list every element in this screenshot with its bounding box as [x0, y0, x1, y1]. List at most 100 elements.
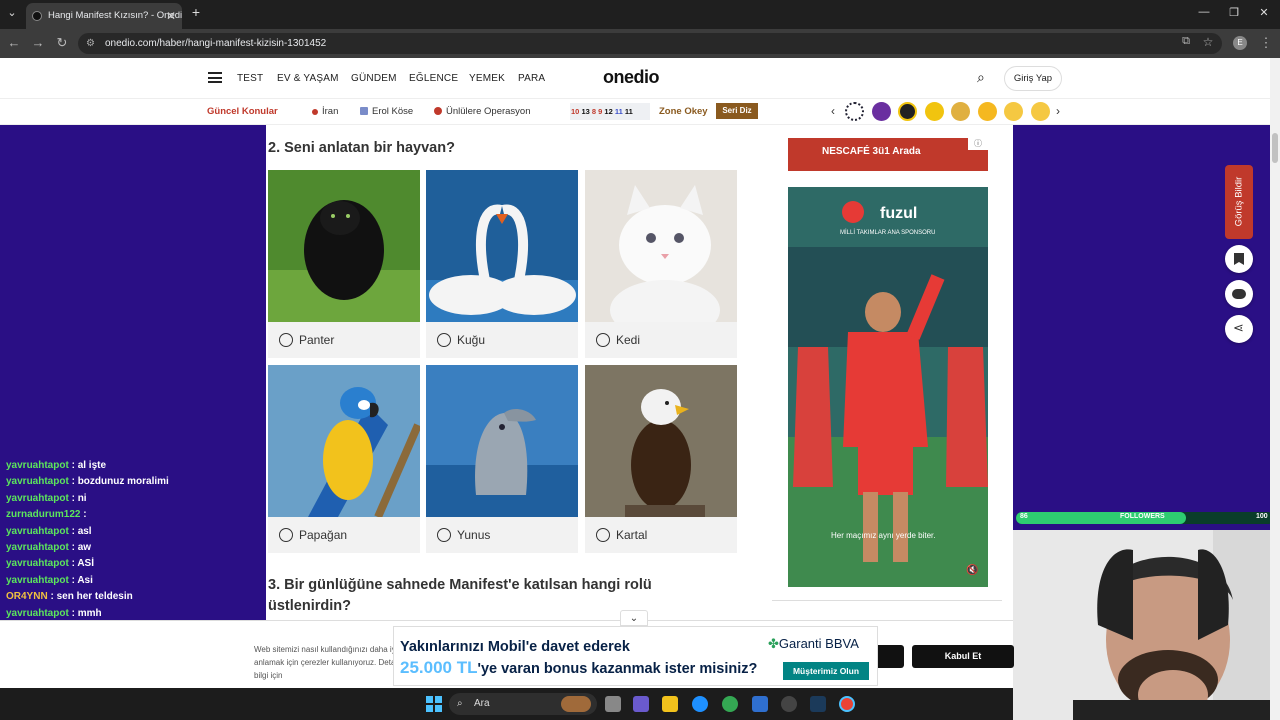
- maximize-icon[interactable]: ❐: [1224, 6, 1244, 19]
- option-label: Kartal: [616, 528, 648, 542]
- nav-yemek[interactable]: YEMEK: [469, 73, 505, 84]
- menu-dots-icon[interactable]: ⋮: [1258, 35, 1274, 51]
- reaction-icon[interactable]: [845, 102, 864, 121]
- forward-icon[interactable]: →: [30, 35, 46, 50]
- close-tab-icon[interactable]: ✕: [166, 3, 176, 29]
- chat-username[interactable]: yavruahtapot: [6, 542, 69, 553]
- steam-icon[interactable]: [810, 696, 826, 712]
- dolphin-image: [426, 365, 578, 517]
- chat-username[interactable]: yavruahtapot: [6, 526, 69, 537]
- topic-erol-kose[interactable]: Erol Köse: [360, 106, 413, 117]
- install-app-icon[interactable]: ⧉: [1178, 35, 1194, 48]
- seri-diz-button[interactable]: Seri Diz: [716, 103, 758, 119]
- chat-separator: :: [68, 541, 78, 553]
- windows-start-icon[interactable]: [426, 696, 442, 712]
- divider: [772, 600, 1002, 601]
- mute-icon[interactable]: 🔇: [966, 565, 978, 576]
- chat-message: yavruahtapot : ni: [0, 491, 266, 507]
- reaction-icon[interactable]: [872, 102, 891, 121]
- chat-username[interactable]: yavruahtapot: [6, 575, 69, 586]
- chat-username[interactable]: zurnadurum122: [6, 509, 80, 520]
- cat-image: [585, 170, 737, 322]
- chat-message: OR4YNN : sen her teldesin: [0, 589, 266, 605]
- option-card-yunus[interactable]: Yunus: [426, 365, 578, 553]
- minimize-icon[interactable]: —: [1194, 6, 1214, 18]
- obs-icon[interactable]: [781, 696, 797, 712]
- option-card-panter[interactable]: Panter: [268, 170, 420, 358]
- reload-icon[interactable]: ↻: [54, 35, 70, 51]
- comments-icon[interactable]: [1225, 280, 1253, 308]
- chat-username[interactable]: yavruahtapot: [6, 558, 69, 569]
- nav-eglence[interactable]: EĞLENCE: [409, 73, 458, 84]
- trending-label: Güncel Konular: [207, 106, 278, 117]
- option-card-kugu[interactable]: Kuğu: [426, 170, 578, 358]
- reaction-icon[interactable]: [925, 102, 944, 121]
- option-card-kedi[interactable]: Kedi: [585, 170, 737, 358]
- chevron-right-icon[interactable]: ›: [1056, 104, 1060, 118]
- chrome-icon[interactable]: [722, 696, 738, 712]
- topic-icon: [312, 109, 318, 115]
- clover-icon: ✤: [768, 636, 779, 651]
- fuzul-ad[interactable]: fuzul MİLLİ TAKIMLAR ANA SPONSORU Her ma…: [788, 187, 988, 587]
- chat-username[interactable]: yavruahtapot: [6, 493, 69, 504]
- zone-okey-label[interactable]: Zone Okey: [659, 106, 708, 117]
- heart-eyes-icon[interactable]: [978, 102, 997, 121]
- store-icon[interactable]: [752, 696, 768, 712]
- search-icon: ⌕: [457, 698, 463, 709]
- search-icon[interactable]: ⌕: [977, 69, 985, 86]
- taskbar-search[interactable]: ⌕ Ara: [449, 693, 597, 715]
- topic-iran[interactable]: İran: [312, 106, 338, 117]
- nav-test[interactable]: TEST: [237, 73, 263, 84]
- chrome-active-icon[interactable]: [839, 696, 855, 712]
- nav-gundem[interactable]: GÜNDEM: [351, 73, 397, 84]
- bookmark-star-icon[interactable]: ☆: [1200, 35, 1216, 49]
- bookmark-icon[interactable]: [1225, 245, 1253, 273]
- chat-username[interactable]: yavruahtapot: [6, 476, 69, 487]
- profile-avatar[interactable]: E: [1233, 36, 1247, 50]
- login-button[interactable]: Giriş Yap: [1004, 66, 1062, 91]
- chat-username[interactable]: yavruahtapot: [6, 608, 69, 619]
- webcam-feed: [1013, 530, 1280, 720]
- nav-para[interactable]: PARA: [518, 73, 545, 84]
- collapse-ad-chevron-icon[interactable]: ⌄: [620, 610, 648, 626]
- ad-choices-icon[interactable]: ⓘ: [968, 138, 988, 150]
- widgets-icon[interactable]: [633, 696, 649, 712]
- hamburger-menu-icon[interactable]: [208, 72, 222, 83]
- new-tab-icon[interactable]: +: [186, 4, 206, 20]
- feedback-button[interactable]: Görüş Bildir: [1225, 165, 1253, 239]
- topic-unlulere-operasyon[interactable]: Ünlülere Operasyon: [434, 106, 531, 117]
- nescafe-ad[interactable]: NESCAFÉ 3ü1 Arada ⓘ: [788, 138, 988, 171]
- bbva-banner-ad[interactable]: Yakınlarınızı Mobil'e davet ederek 25.00…: [393, 626, 878, 686]
- url-field[interactable]: ⚙ onedio.com/haber/hangi-manifest-kizisi…: [78, 33, 1222, 54]
- chat-username[interactable]: yavruahtapot: [6, 460, 69, 471]
- swan-image: [426, 170, 578, 322]
- sad-face-icon[interactable]: [1004, 102, 1023, 121]
- browser-tab[interactable]: Hangi Manifest Kızısın? - Onedi ✕: [26, 3, 182, 29]
- reaction-icon[interactable]: [898, 102, 917, 121]
- task-view-icon[interactable]: [605, 696, 621, 712]
- chat-username[interactable]: OR4YNN: [6, 591, 48, 602]
- laugh-face-icon[interactable]: [1031, 102, 1050, 121]
- back-icon[interactable]: ←: [6, 35, 22, 50]
- site-logo[interactable]: onedio: [603, 67, 660, 88]
- file-explorer-icon[interactable]: [662, 696, 678, 712]
- number-game-ad[interactable]: 10 13 8 9 12 11 11: [570, 103, 650, 120]
- site-info-icon[interactable]: ⚙: [86, 33, 95, 54]
- become-customer-button[interactable]: Müşterimiz Olun: [783, 662, 869, 680]
- chat-message: yavruahtapot : bozdunuz moralimi: [0, 474, 266, 490]
- question-3-line: üstlenirdin?: [268, 598, 351, 614]
- close-window-icon[interactable]: ✕: [1254, 6, 1274, 19]
- reaction-icon[interactable]: [951, 102, 970, 121]
- option-card-kartal[interactable]: Kartal: [585, 365, 737, 553]
- chat-message: yavruahtapot : al işte: [0, 458, 266, 474]
- chevron-left-icon[interactable]: ‹: [831, 104, 835, 118]
- edge-icon[interactable]: [692, 696, 708, 712]
- option-card-papagan[interactable]: Papağan: [268, 365, 420, 553]
- number-tile: 8: [591, 107, 597, 116]
- page-scrollbar[interactable]: [1270, 58, 1280, 720]
- share-icon[interactable]: ⋖: [1225, 315, 1253, 343]
- tab-list-icon[interactable]: ⌄: [2, 6, 22, 19]
- nav-ev-yasam[interactable]: EV & YAŞAM: [277, 73, 339, 84]
- scrollbar-thumb[interactable]: [1272, 133, 1278, 163]
- accept-cookies-button[interactable]: Kabul Et: [912, 645, 1014, 668]
